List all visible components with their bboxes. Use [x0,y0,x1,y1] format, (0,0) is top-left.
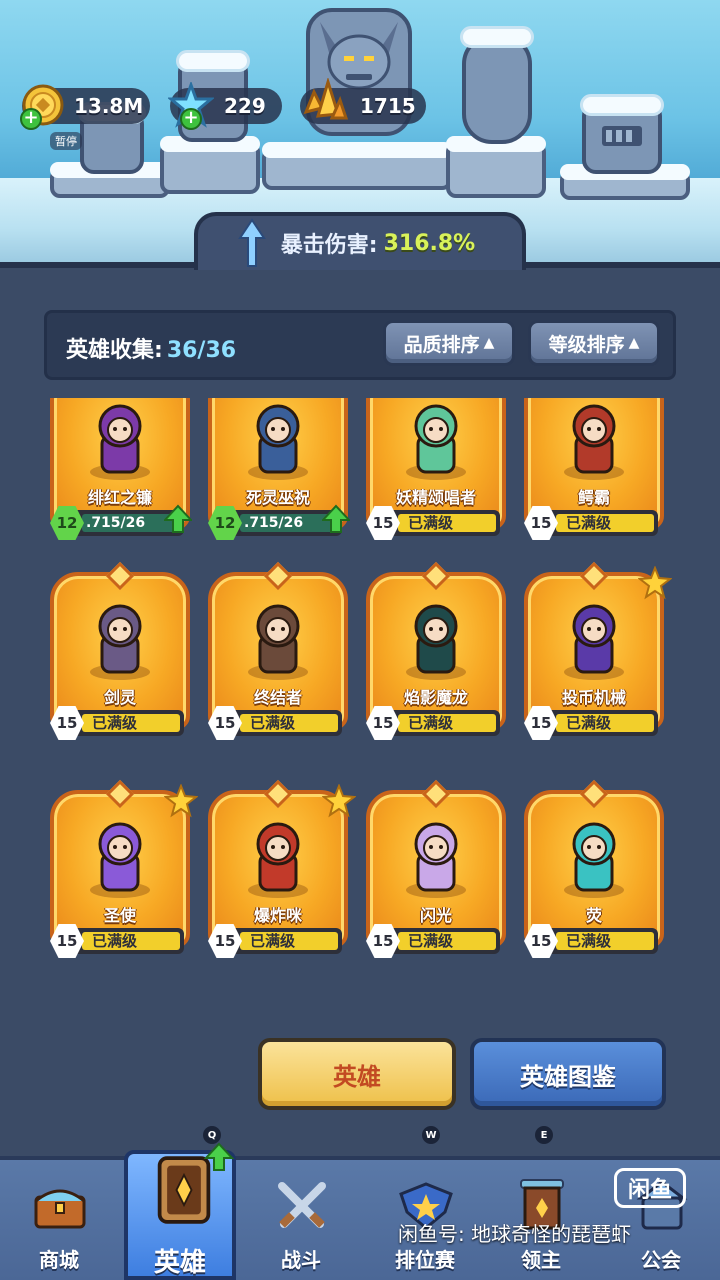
up-arrow-icon [238,218,266,274]
hero-name: 圣使 [103,906,136,925]
statue [460,26,534,144]
hero-portrait [70,808,170,904]
triangle-up-icon: ▲ [628,335,640,351]
level-sort-label: 等级排序 [548,333,625,356]
hero-card[interactable]: 死灵巫祝 .715/26 12 [208,398,352,542]
hero-card[interactable]: 投币机械 已满级 15 [524,561,673,742]
hero-level-status: 已满级 [240,932,338,950]
hero-portrait [544,398,644,486]
hero-level-status: 已满级 [556,714,654,732]
hero-level-status: 已满级 [398,932,496,950]
star-icon [163,783,199,822]
add-gold-button[interactable]: + [20,108,42,130]
gem-value: 229 [224,94,266,118]
hero-level-status: 已满级 [82,714,180,732]
hero-name: 剑灵 [103,688,136,707]
crystal-icon [296,76,352,132]
watermark-text: 闲鱼号: 地球奇怪的琵琶虾 [398,1222,632,1246]
collection-count: 英雄收集: 36/36 [66,332,236,364]
hero-card[interactable]: 焰影魔龙 已满级 15 [366,561,506,742]
nav-shop[interactable]: 商城 [4,1158,114,1278]
quality-sort-button[interactable]: 品质排序 ▲ [383,320,515,366]
hero-portrait [386,590,486,686]
pause-label[interactable]: 暂停 [50,132,82,150]
upgrade-arrow-icon [203,1142,235,1176]
hero-card[interactable]: 绯红之镰 .715/26 12 [50,398,194,542]
pedestal [560,164,690,200]
hero-card[interactable]: 爆炸咪 已满级 15 [208,779,357,960]
hero-name: 鳄霸 [577,488,610,507]
hero-portrait [386,808,486,904]
nav-guild-label: 公会 [641,1248,681,1272]
hero-tab-button[interactable]: 英雄 [258,1038,456,1110]
hero-portrait [386,398,486,486]
hero-level-status: 已满级 [398,514,496,532]
add-gem-button[interactable]: + [180,108,202,130]
pedestal-center [262,142,452,190]
hero-level-status: 已满级 [556,932,654,950]
crit-value: 316.8% [383,230,476,256]
pedestal [160,136,260,194]
upgrade-arrow-icon [162,504,194,538]
hero-card[interactable]: 闪光 已满级 15 [366,779,506,960]
shop-chest-icon [30,1176,90,1236]
hero-portrait [228,590,328,686]
gold-value: 13.8M [74,94,144,118]
hero-card[interactable]: 妖精颂唱者 已满级 15 [366,398,506,542]
crit-damage-banner: 暴击伤害: 316.8% [194,212,526,270]
level-sort-button[interactable]: 等级排序 ▲ [528,320,660,366]
hero-name: 终结者 [253,688,302,707]
hero-card[interactable]: 鳄霸 已满级 15 [524,398,664,542]
pedestal [446,136,546,198]
hero-level-status: 已满级 [398,714,496,732]
nav-lord-label: 领主 [521,1248,561,1272]
statue [580,94,664,174]
hero-portrait [544,808,644,904]
nav-battle-label: 战斗 [281,1248,321,1272]
hero-name: 焰影魔龙 [403,688,468,707]
star-icon [321,783,357,822]
hero-name: 投币机械 [561,688,626,707]
upgrade-arrow-icon [320,504,352,538]
crystal-counter[interactable]: 1715 [300,78,426,124]
collection-label: 英雄收集: [66,338,163,363]
hero-codex-button[interactable]: 英雄图鉴 [470,1038,666,1110]
crit-label: 暴击伤害: [280,233,378,258]
hotkey-q-badge: Q [203,1126,221,1144]
hero-portrait [70,590,170,686]
crystal-value: 1715 [360,94,416,118]
triangle-up-icon: ▲ [483,335,495,351]
xianyu-logo: 闲鱼 [614,1168,686,1208]
nav-hero[interactable]: 英雄 [124,1142,236,1280]
quality-sort-label: 品质排序 [403,333,480,356]
hero-level-status: 已满级 [556,514,654,532]
hero-card[interactable]: 荧已满级 15 [524,779,664,960]
hero-name: 闪光 [419,906,452,925]
hotkey-w-badge: W [422,1126,440,1144]
hero-name: 爆炸咪 [253,906,302,925]
hero-portrait [228,808,328,904]
hero-portrait [70,398,170,486]
hotkey-e-badge: E [535,1126,553,1144]
hero-grid[interactable]: 绯红之镰 .715/26 12 死灵巫祝 .715/26 12 妖精颂唱者 已满级 15 鳄霸 已满… [44,398,676,998]
hero-portrait [544,590,644,686]
hero-name: 荧 [585,906,602,925]
hero-portrait [228,398,328,486]
hero-card[interactable]: 圣使 已满级 15 [50,779,199,960]
hero-card[interactable]: 终结者 已满级 15 [208,561,348,742]
nav-ranked-label: 排位赛 [395,1248,455,1272]
star-icon [637,565,673,604]
hero-card[interactable]: 剑灵 已满级 15 [50,561,190,742]
nav-shop-label: 商城 [39,1248,79,1272]
collection-value: 36/36 [166,338,237,363]
nav-battle[interactable]: 战斗 [246,1158,356,1278]
hero-level-status: 已满级 [240,714,338,732]
nav-hero-label: 英雄 [153,1248,206,1278]
crossed-swords-icon [272,1176,332,1236]
hero-level-status: 已满级 [82,932,180,950]
hero-name: 妖精颂唱者 [395,488,476,507]
